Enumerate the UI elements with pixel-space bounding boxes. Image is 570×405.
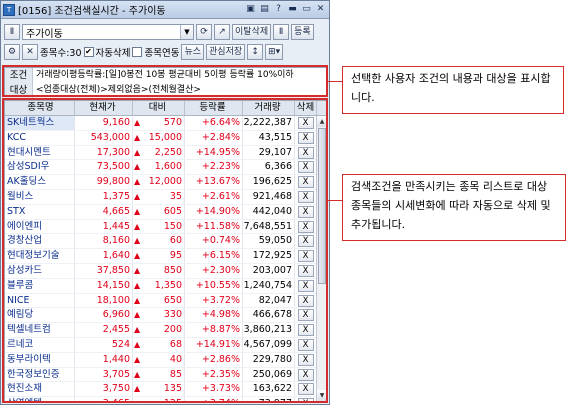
auto-delete-label: 자동삭제 — [95, 48, 131, 59]
callout-bottom: 검색조건을 만족시키는 종목 리스트로 대상종목들의 시세변화에 따라 자동으로… — [342, 174, 566, 241]
news-button[interactable]: 뉴스 — [181, 44, 205, 60]
window-title: [0156] 조건검색실시간 - 주가이동 — [18, 6, 166, 17]
app-icon: T — [3, 3, 15, 16]
callout-line-top — [328, 81, 342, 82]
refresh-icon[interactable]: ⟳ — [196, 24, 212, 40]
register-button[interactable]: 등록 — [291, 24, 314, 40]
settings-icon[interactable]: ⚙ — [4, 44, 20, 60]
toolbar-bottom: ⚙ ✕ 종목수:30 ✔ 자동삭제 종목연동 뉴스 관심저장 ↕ ⊞▾ — [4, 44, 284, 60]
toolbar-top: Ⅱ 주가이동 ▼ ⟳ ↗ 이탈삭제 Ⅱ 등록 — [4, 24, 314, 40]
close-icon[interactable]: ✕ — [22, 44, 38, 60]
callout-line-bottom — [328, 200, 342, 201]
export-icon[interactable]: ⊞▾ — [265, 44, 284, 60]
maximize-icon[interactable]: ▭ — [300, 3, 313, 16]
close-window-icon[interactable]: ✕ — [314, 3, 327, 16]
link-window-icon[interactable]: ▣ — [244, 3, 257, 16]
minimize-icon[interactable]: ▬ — [286, 3, 299, 16]
chart-icon[interactable]: ↗ — [214, 24, 230, 40]
condition-highlight — [2, 65, 328, 97]
check-icon: ✔ — [83, 47, 94, 57]
link-checkbox[interactable]: 종목연동 — [132, 45, 179, 59]
empty-check-icon — [132, 47, 143, 57]
sort-icon[interactable]: ↕ — [247, 44, 264, 60]
auto-delete-checkbox[interactable]: ✔ 자동삭제 — [83, 45, 131, 59]
pause-toggle-icon[interactable]: Ⅱ — [4, 24, 20, 40]
condition-select-value: 주가이동 — [26, 28, 63, 40]
callout-top: 선택한 사용자 조건의 내용과 대상을 표시합니다. — [342, 66, 564, 114]
screen-icon[interactable]: ▤ — [258, 3, 271, 16]
link-label: 종목연동 — [144, 48, 180, 59]
exit-delete-button[interactable]: 이탈삭제 — [232, 24, 272, 40]
help-icon[interactable]: ? — [272, 3, 285, 16]
condition-select[interactable]: 주가이동 ▼ — [22, 24, 194, 40]
title-bar: T [0156] 조건검색실시간 - 주가이동 ▣ ▤ ? ▬ ▭ ✕ — [1, 1, 329, 19]
pause-icon[interactable]: Ⅱ — [273, 24, 290, 40]
item-count: 종목수:30 — [40, 48, 82, 59]
save-interest-button[interactable]: 관심저장 — [206, 44, 246, 60]
table-highlight — [2, 98, 328, 403]
chevron-down-icon[interactable]: ▼ — [180, 25, 193, 39]
